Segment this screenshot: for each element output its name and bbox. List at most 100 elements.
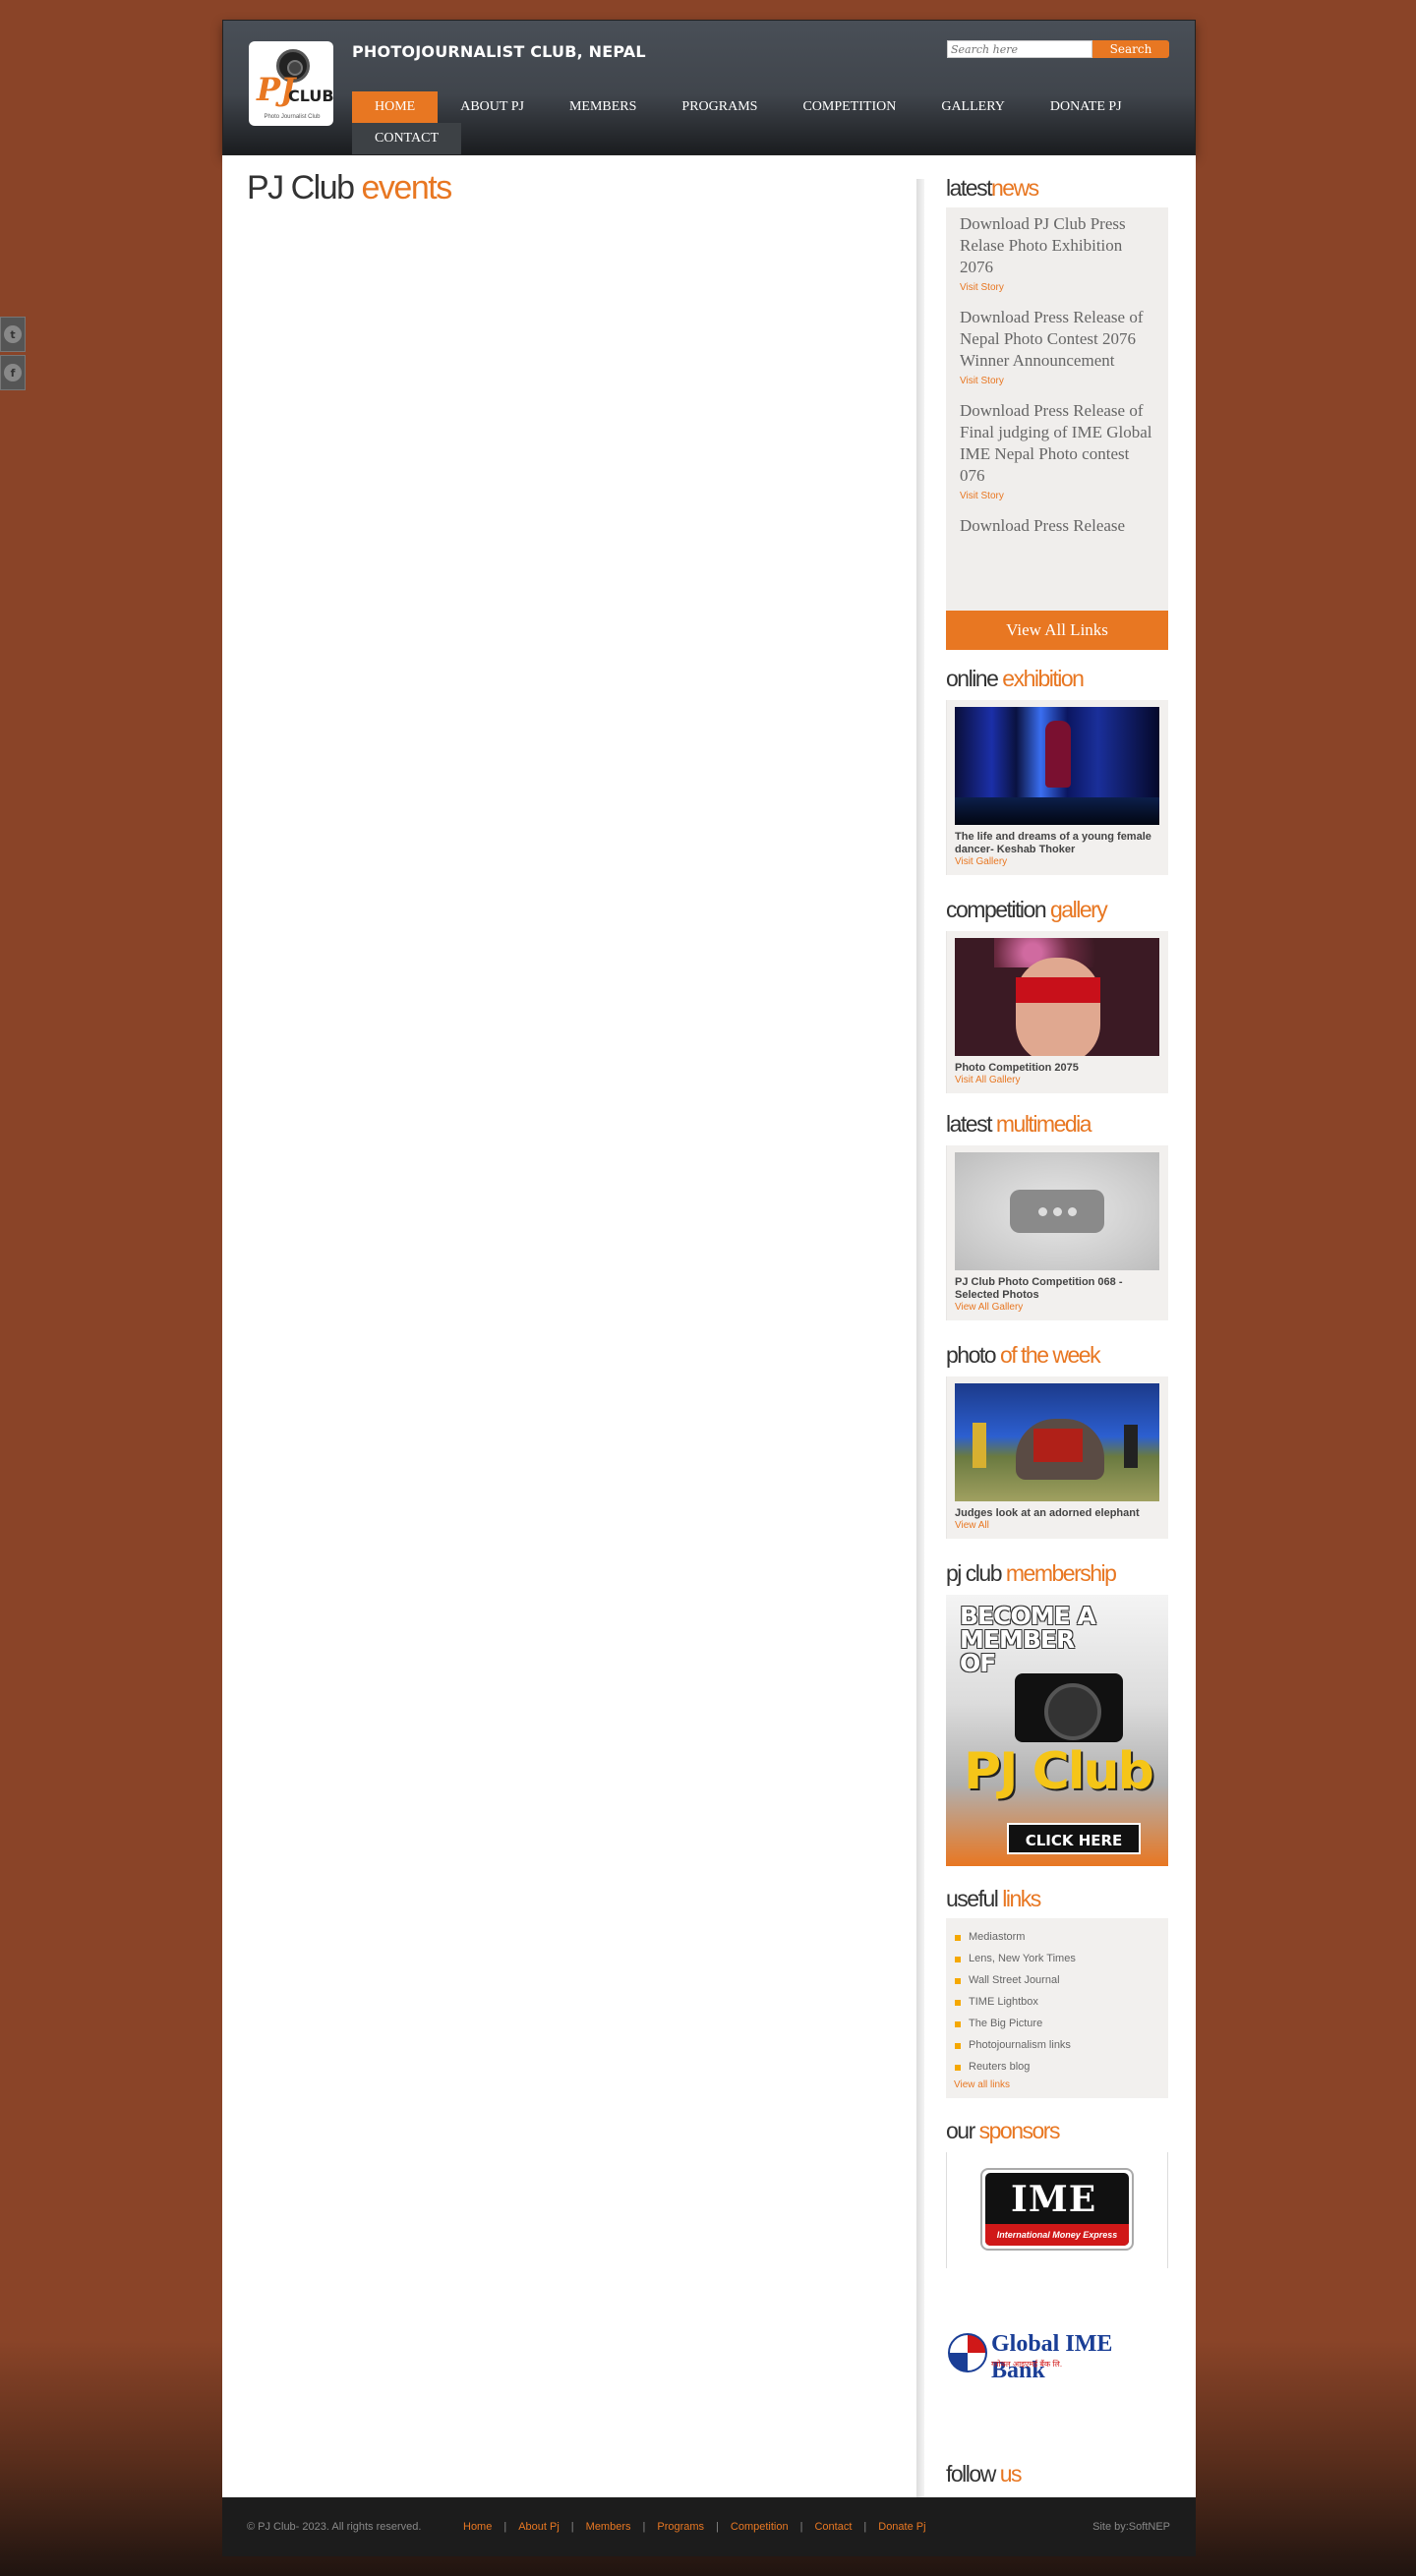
sponsor-ime[interactable]: IME International Money Express xyxy=(946,2152,1168,2268)
sidebar: latestnews Download PJ Club Press Relase… xyxy=(946,155,1168,2488)
column-divider xyxy=(916,179,924,2499)
follow-us-title-b: us xyxy=(999,2461,1023,2487)
latest-news-title-b: news xyxy=(990,175,1039,201)
judge-figure xyxy=(1124,1425,1138,1468)
sponsors-title: our sponsors xyxy=(946,2118,1168,2144)
logo-club-text: CLUB xyxy=(288,87,333,105)
view-all-links-button[interactable]: View All Links xyxy=(946,611,1168,650)
twitter-icon: t xyxy=(4,325,22,343)
banner-headline: BECOME A MEMBER OF xyxy=(960,1602,1096,1677)
photo-week-card: Judges look at an adorned elephant View … xyxy=(946,1376,1168,1539)
online-exhibition-title-a: online xyxy=(946,666,999,691)
latest-multimedia-title-a: latest xyxy=(946,1111,992,1137)
site-title: PHOTOJOURNALIST CLUB, NEPAL xyxy=(352,42,646,61)
banner-click-button[interactable]: CLICK HERE xyxy=(1007,1823,1141,1854)
sponsors-title-b: sponsors xyxy=(978,2118,1061,2143)
news-title[interactable]: Download Press Release of Final judging … xyxy=(960,400,1154,487)
twitter-tab[interactable]: t xyxy=(0,317,26,352)
ime-logo-text: IME xyxy=(1011,2179,1097,2220)
global-ime-logo-subtitle: ग्लोबल आइएमई बैंक लि. xyxy=(991,2360,1063,2369)
nav-competition[interactable]: COMPETITION xyxy=(780,91,918,123)
page-title-main: PJ Club xyxy=(247,169,355,206)
footer-link-home[interactable]: Home xyxy=(463,2521,492,2533)
view-all-link[interactable]: View All xyxy=(955,1520,1160,1531)
site-logo[interactable]: PJ CLUB Photo Journalist Club xyxy=(249,41,333,126)
useful-links-title-b: links xyxy=(1002,1886,1041,1911)
nav-home[interactable]: HOME xyxy=(352,91,439,123)
nav-programs[interactable]: PROGRAMS xyxy=(659,91,780,123)
footer-copyright: © PJ Club- 2023. All rights reserved. xyxy=(247,2521,422,2533)
sponsor-global-ime-bank[interactable]: Global IME Bank ग्लोबल आइएमई बैंक लि. xyxy=(946,2327,1168,2383)
search-input[interactable] xyxy=(947,40,1092,58)
multimedia-thumbnail[interactable] xyxy=(955,1152,1159,1270)
visit-story-link[interactable]: Visit Story xyxy=(960,282,1154,293)
logo-subtitle: Photo Journalist Club xyxy=(264,114,321,120)
stage-floor xyxy=(955,797,1159,825)
camera-icon xyxy=(1015,1673,1123,1742)
view-all-links-link[interactable]: View all links xyxy=(954,2079,1160,2090)
news-title[interactable]: Download PJ Club Press Relase Photo Exhi… xyxy=(960,213,1154,278)
footer-link-competition[interactable]: Competition xyxy=(731,2521,789,2533)
visit-story-link[interactable]: Visit Story xyxy=(960,491,1154,501)
useful-link[interactable]: Wall Street Journal xyxy=(954,1969,1160,1991)
photo-week-caption: Judges look at an adorned elephant xyxy=(955,1507,1140,1519)
competition-gallery-card: Photo Competition 2075 Visit All Gallery xyxy=(946,931,1168,1093)
useful-links-title: useful links xyxy=(946,1886,1168,1912)
useful-link[interactable]: TIME Lightbox xyxy=(954,1991,1160,2013)
footer-link-about[interactable]: About Pj xyxy=(518,2521,560,2533)
useful-link[interactable]: Mediastorm xyxy=(954,1926,1160,1948)
news-ticker: Download PJ Club Press Relase Photo Exhi… xyxy=(946,207,1168,611)
latest-news-title: latestnews xyxy=(946,175,1168,202)
nav-donate-pj[interactable]: DONATE PJ xyxy=(1028,91,1145,123)
nav-contact[interactable]: CONTACT xyxy=(352,123,461,154)
useful-link[interactable]: Lens, New York Times xyxy=(954,1948,1160,1969)
membership-title: pj club membership xyxy=(946,1560,1168,1587)
useful-link[interactable]: Reuters blog xyxy=(954,2056,1160,2078)
online-exhibition-title: online exhibition xyxy=(946,666,1168,692)
visit-all-gallery-link[interactable]: Visit All Gallery xyxy=(955,1075,1160,1085)
global-ime-logo-text: Global IME Bank xyxy=(991,2331,1113,2383)
footer-link-contact[interactable]: Contact xyxy=(814,2521,852,2533)
useful-link[interactable]: The Big Picture xyxy=(954,2013,1160,2034)
elephant-photo[interactable] xyxy=(955,1383,1159,1501)
ime-logo-subtitle: International Money Express xyxy=(985,2224,1129,2246)
side-social-tabs: t f xyxy=(0,317,26,393)
photo-face xyxy=(1016,958,1100,1056)
news-title[interactable]: Download Press Release of Nepal Photo Co… xyxy=(960,307,1154,372)
site-footer: © PJ Club- 2023. All rights reserved. Ho… xyxy=(222,2497,1196,2556)
global-ime-emblem-icon xyxy=(948,2333,987,2372)
footer-link-donate[interactable]: Donate Pj xyxy=(878,2521,925,2533)
nav-gallery[interactable]: GALLERY xyxy=(918,91,1028,123)
news-item: Download PJ Club Press Relase Photo Exhi… xyxy=(960,213,1154,293)
nav-about-pj[interactable]: ABOUT PJ xyxy=(438,91,547,123)
follow-us-title-a: follow xyxy=(946,2461,996,2487)
view-all-gallery-link[interactable]: View All Gallery xyxy=(955,1302,1160,1313)
competition-photo[interactable] xyxy=(955,938,1159,1056)
footer-link-members[interactable]: Members xyxy=(586,2521,631,2533)
content-area: PJ Club events latestnews Download PJ Cl… xyxy=(222,155,1196,2499)
site-header: PJ CLUB Photo Journalist Club PHOTOJOURN… xyxy=(222,20,1196,155)
visit-story-link[interactable]: Visit Story xyxy=(960,376,1154,386)
nav-members[interactable]: MEMBERS xyxy=(547,91,659,123)
useful-links-list: Mediastorm Lens, New York Times Wall Str… xyxy=(946,1918,1168,2098)
footer-link-programs[interactable]: Programs xyxy=(657,2521,704,2533)
ime-logo: IME International Money Express xyxy=(980,2168,1134,2251)
membership-title-b: membership xyxy=(1005,1560,1117,1586)
competition-gallery-title-b: gallery xyxy=(1050,897,1108,922)
competition-caption: Photo Competition 2075 xyxy=(955,1062,1079,1074)
dancer-figure xyxy=(1045,721,1071,788)
dancer-photo[interactable] xyxy=(955,707,1159,825)
visit-gallery-link[interactable]: Visit Gallery xyxy=(955,856,1160,867)
latest-multimedia-title-b: multimedia xyxy=(995,1111,1092,1137)
news-title[interactable]: Download Press Release xyxy=(960,515,1154,537)
footer-credit[interactable]: Site by:SoftNEP xyxy=(1092,2521,1170,2533)
follow-us-title: follow us xyxy=(946,2461,1168,2488)
membership-banner[interactable]: BECOME A MEMBER OF PJ Club CLICK HERE xyxy=(946,1595,1168,1866)
useful-link[interactable]: Photojournalism links xyxy=(954,2034,1160,2056)
facebook-tab[interactable]: f xyxy=(0,355,26,390)
facebook-icon: f xyxy=(4,364,22,381)
competition-gallery-title: competition gallery xyxy=(946,897,1168,923)
online-exhibition-title-b: exhibition xyxy=(1002,666,1085,691)
ticker-mask xyxy=(946,561,1168,611)
search-button[interactable]: Search xyxy=(1092,40,1169,58)
